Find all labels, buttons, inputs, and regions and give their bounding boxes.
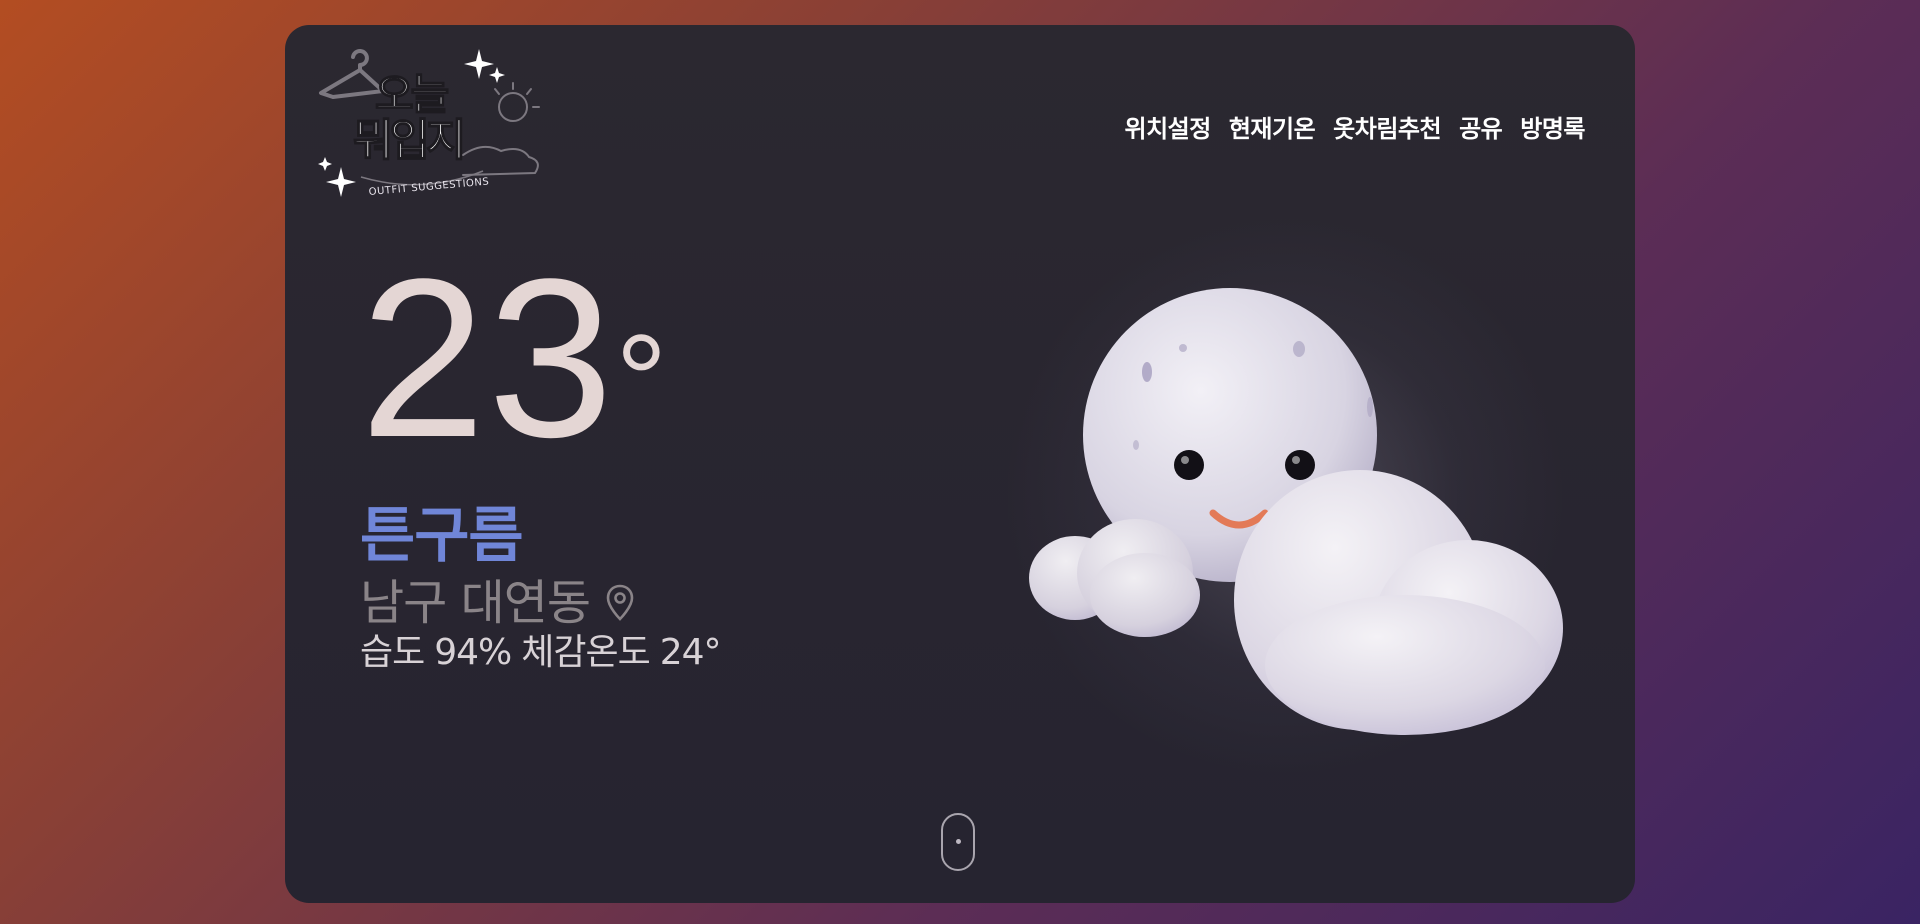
nav-item-current-temperature[interactable]: 현재기온	[1229, 109, 1316, 144]
logo-title-line2: 뭐입지	[353, 115, 462, 166]
moon-crater	[1179, 344, 1187, 352]
sparkle-icon	[489, 67, 505, 83]
map-pin-icon[interactable]	[604, 583, 636, 623]
scroll-wheel-dot	[956, 839, 961, 844]
nav-item-guestbook[interactable]: 방명록	[1520, 109, 1585, 144]
logo-title-line1: 오늘	[375, 70, 449, 119]
moon-with-clouds-icon	[1029, 288, 1563, 735]
small-cloud	[1029, 519, 1200, 637]
main-nav: 위치설정 현재기온 옷차림추천 공유 방명록	[1125, 109, 1586, 144]
weather-condition: 튼구름	[360, 501, 524, 571]
sparkle-icon	[326, 167, 356, 197]
nav-item-outfit-recommendation[interactable]: 옷차림추천	[1333, 109, 1441, 144]
location-name: 남구 대연동	[360, 575, 591, 631]
sun-icon	[462, 82, 540, 176]
feels-like-value: 24°	[659, 632, 722, 673]
logo-tagline: OUTFIT SUGGESTIONS	[368, 176, 489, 197]
weather-details: 습도 94% 체감온도 24°	[360, 631, 731, 675]
degree-symbol: °	[615, 307, 670, 453]
nav-item-share[interactable]: 공유	[1459, 109, 1503, 144]
humidity-value: 94%	[434, 632, 512, 673]
hanger-icon	[319, 49, 385, 99]
nav-item-location-settings[interactable]: 위치설정	[1125, 109, 1212, 144]
large-cloud	[1234, 470, 1563, 735]
moon-eye-right	[1285, 450, 1315, 480]
moon-crater	[1367, 397, 1373, 417]
mouse-scroll-icon[interactable]	[941, 813, 975, 871]
humidity-label: 습도	[360, 632, 425, 673]
app-logo[interactable]: 오늘 뭐입지 OUTFIT SUGGESTIONS	[313, 45, 553, 205]
eye-highlight	[1292, 456, 1300, 464]
location-display[interactable]: 남구 대연동	[360, 575, 636, 631]
sparkle-icon	[464, 49, 494, 79]
moon-crater	[1142, 362, 1152, 382]
eye-highlight	[1181, 456, 1189, 464]
current-temperature: 23°	[360, 245, 669, 471]
feels-like-label: 체감온도	[521, 632, 650, 673]
temperature-value: 23	[360, 231, 616, 484]
moon-eye-left	[1174, 450, 1204, 480]
moon-crater	[1293, 341, 1305, 357]
main-card: 오늘 뭐입지 OUTFIT SUGGESTIONS 위치설정 현재기온 옷차림추…	[285, 25, 1635, 903]
moon-crater	[1133, 440, 1139, 450]
sparkle-icon	[318, 157, 332, 171]
